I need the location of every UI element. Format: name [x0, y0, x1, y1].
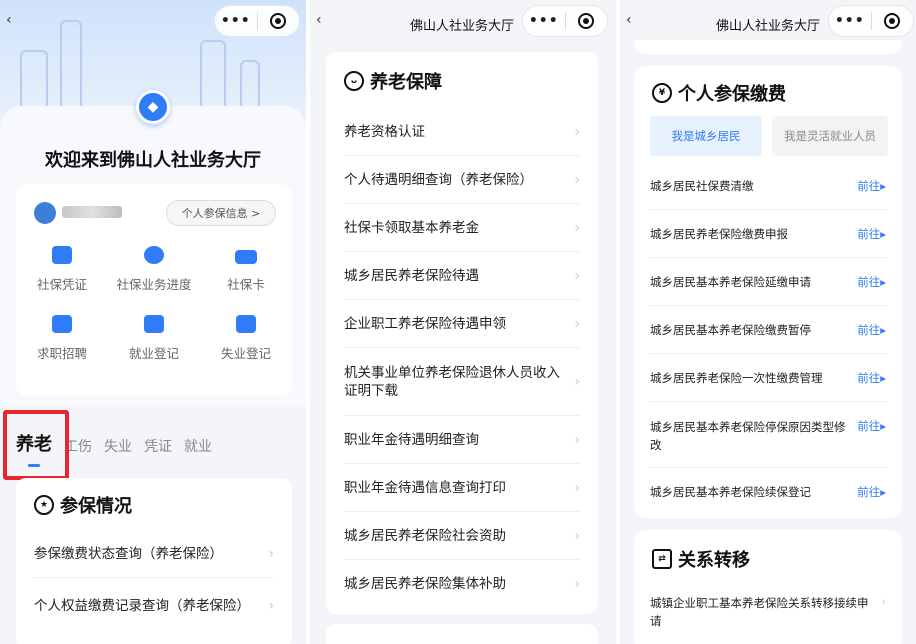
- mini-program-capsule[interactable]: •••: [522, 5, 608, 37]
- chevron-right-icon: ›: [574, 431, 580, 448]
- chevron-right-icon: ›: [574, 171, 580, 188]
- go-link[interactable]: 前往▸: [857, 418, 886, 434]
- list-item[interactable]: 职业年金待遇明细查询 ›: [344, 416, 580, 464]
- chevron-right-icon: ›: [268, 598, 274, 614]
- payment-screen: ‹ 佛山人社业务大厅 ••• ¥ 个人参保缴费 我是城乡居民 我是灵活就业人员 …: [620, 0, 916, 644]
- close-program-icon[interactable]: [565, 13, 607, 29]
- more-icon[interactable]: •••: [829, 13, 871, 29]
- list-item[interactable]: 城乡居民基本养老保险延缴申请 前往▸: [650, 258, 886, 306]
- blurred-username: [62, 206, 122, 218]
- nav-bar: ‹ 佛山人社业务大厅 •••: [620, 0, 916, 40]
- personal-insurance-info-button[interactable]: 个人参保信息 >: [166, 200, 276, 226]
- list-item[interactable]: 城乡居民养老保险缴费申报 前往▸: [650, 210, 886, 258]
- chevron-right-icon: ›: [268, 545, 274, 562]
- mini-program-capsule[interactable]: •••: [828, 5, 914, 37]
- go-link[interactable]: 前往▸: [857, 322, 886, 338]
- chevron-right-icon: ›: [574, 267, 580, 284]
- user-card: 个人参保信息 > 社保凭证 社保业务进度 社保卡 求职招聘 就业登记 失业登记: [16, 184, 292, 396]
- back-icon[interactable]: ‹: [626, 12, 632, 28]
- list-item[interactable]: 养老资格认证 ›: [344, 108, 580, 156]
- payment-icon: ¥: [652, 83, 672, 103]
- nav-bar: ‹ 佛山人社业务大厅 •••: [310, 0, 616, 40]
- chevron-right-icon: ›: [574, 219, 580, 236]
- tab-unemployment[interactable]: 失业: [104, 436, 132, 456]
- list-item[interactable]: 城乡居民养老保险社会资助 ›: [344, 512, 580, 560]
- service-item[interactable]: 社保卡: [200, 246, 292, 293]
- chevron-right-icon: ›: [881, 594, 886, 608]
- go-link[interactable]: 前往▸: [857, 226, 886, 242]
- register-icon: [144, 315, 164, 333]
- list-item[interactable]: 个人权益缴费记录查询（养老保险） ›: [34, 578, 274, 634]
- back-icon[interactable]: ‹: [316, 12, 322, 28]
- service-item[interactable]: 求职招聘: [16, 315, 108, 362]
- face-icon: ᴗ: [344, 71, 364, 91]
- avatar[interactable]: [34, 202, 56, 224]
- mini-program-capsule[interactable]: •••: [214, 5, 300, 37]
- more-icon[interactable]: •••: [523, 13, 565, 29]
- red-highlight-box: [3, 410, 69, 480]
- insurance-status-card: ★ 参保情况 参保缴费状态查询（养老保险） › 个人权益缴费记录查询（养老保险）…: [16, 478, 292, 644]
- list-item[interactable]: 机关事业单位养老保险退休人员收入证明下载 ›: [344, 348, 580, 416]
- certificate-icon: [52, 246, 72, 264]
- list-item[interactable]: 城乡居民基本养老保险缴费暂停 前往▸: [650, 306, 886, 354]
- close-program-icon[interactable]: [257, 13, 299, 29]
- shield-icon: ★: [34, 495, 54, 515]
- previous-card: [634, 40, 902, 54]
- go-link[interactable]: 前往▸: [857, 274, 886, 290]
- briefcase-icon: [52, 315, 72, 333]
- list-item[interactable]: 企业职工养老保险待遇申领 ›: [344, 300, 580, 348]
- list-item[interactable]: 社保卡领取基本养老金 ›: [344, 204, 580, 252]
- nav-title: 佛山人社业务大厅: [716, 19, 821, 34]
- list-item[interactable]: 城乡居民社保费清缴 前往▸: [650, 162, 886, 210]
- go-link[interactable]: 前往▸: [857, 370, 886, 386]
- service-item[interactable]: 社保业务进度: [108, 246, 200, 293]
- next-card: [326, 624, 598, 644]
- list-item[interactable]: 城乡居民基本养老保险停保原因类型修改 前往▸: [650, 402, 886, 468]
- list-item[interactable]: 城镇企业职工基本养老保险关系转移接续申请 ›: [650, 594, 886, 634]
- transfer-icon: ⇄: [652, 549, 672, 569]
- pension-card: ᴗ 养老保障 养老资格认证 › 个人待遇明细查询（养老保险） › 社保卡领取基本养老…: [326, 52, 598, 614]
- card-icon: [235, 250, 257, 264]
- chevron-right-icon: ›: [574, 527, 580, 544]
- welcome-title: 欢迎来到佛山人社业务大厅: [45, 150, 261, 171]
- chevron-right-icon: ›: [574, 576, 580, 592]
- close-program-icon[interactable]: [871, 13, 913, 29]
- app-logo-icon: ◆: [136, 90, 170, 124]
- segment-flexible-employment[interactable]: 我是灵活就业人员: [772, 116, 888, 156]
- nav-bar: ‹ •••: [0, 0, 306, 40]
- section-title: 关系转移: [678, 550, 750, 571]
- unemployment-icon: [236, 315, 256, 333]
- chevron-right-icon: ›: [574, 373, 580, 390]
- clock-icon: [144, 246, 164, 264]
- service-item[interactable]: 社保凭证: [16, 246, 108, 293]
- list-item[interactable]: 城乡居民养老保险集体补助 ›: [344, 560, 580, 608]
- list-item[interactable]: 参保缴费状态查询（养老保险） ›: [34, 530, 274, 578]
- pension-screen: ‹ 佛山人社业务大厅 ••• ᴗ 养老保障 养老资格认证 › 个人待遇明细查询（养…: [310, 0, 616, 644]
- chevron-right-icon: ›: [574, 479, 580, 496]
- chevron-right-icon: ›: [574, 123, 580, 140]
- list-item[interactable]: 城乡居民基本养老保险续保登记 前往▸: [650, 468, 886, 516]
- section-title: 个人参保缴费: [678, 84, 786, 105]
- list-item[interactable]: 职业年金待遇信息查询打印 ›: [344, 464, 580, 512]
- transfer-card: ⇄ 关系转移 城镇企业职工基本养老保险关系转移接续申请 ›: [634, 530, 902, 644]
- segment-urban-rural-resident[interactable]: 我是城乡居民: [650, 116, 762, 156]
- list-item[interactable]: 城乡居民养老保险待遇 ›: [344, 252, 580, 300]
- tab-employment[interactable]: 就业: [184, 436, 212, 456]
- chevron-right-icon: ›: [574, 315, 580, 332]
- section-title: 养老保障: [370, 72, 442, 93]
- section-title: 参保情况: [60, 496, 132, 517]
- home-screen: ‹ ••• ◆ 欢迎来到佛山人社业务大厅 个人参保信息 > 社保凭证 社保业务进…: [0, 0, 306, 644]
- more-icon[interactable]: •••: [215, 13, 257, 29]
- nav-title: 佛山人社业务大厅: [410, 19, 515, 34]
- service-item[interactable]: 失业登记: [200, 315, 292, 362]
- go-link[interactable]: 前往▸: [857, 178, 886, 194]
- service-grid: 社保凭证 社保业务进度 社保卡 求职招聘 就业登记 失业登记: [16, 246, 292, 362]
- list-item[interactable]: 城乡居民养老保险一次性缴费管理 前往▸: [650, 354, 886, 402]
- service-item[interactable]: 就业登记: [108, 315, 200, 362]
- tab-certificate[interactable]: 凭证: [144, 436, 172, 456]
- go-link[interactable]: 前往▸: [857, 484, 886, 500]
- back-icon[interactable]: ‹: [6, 12, 12, 28]
- list-item[interactable]: 个人待遇明细查询（养老保险） ›: [344, 156, 580, 204]
